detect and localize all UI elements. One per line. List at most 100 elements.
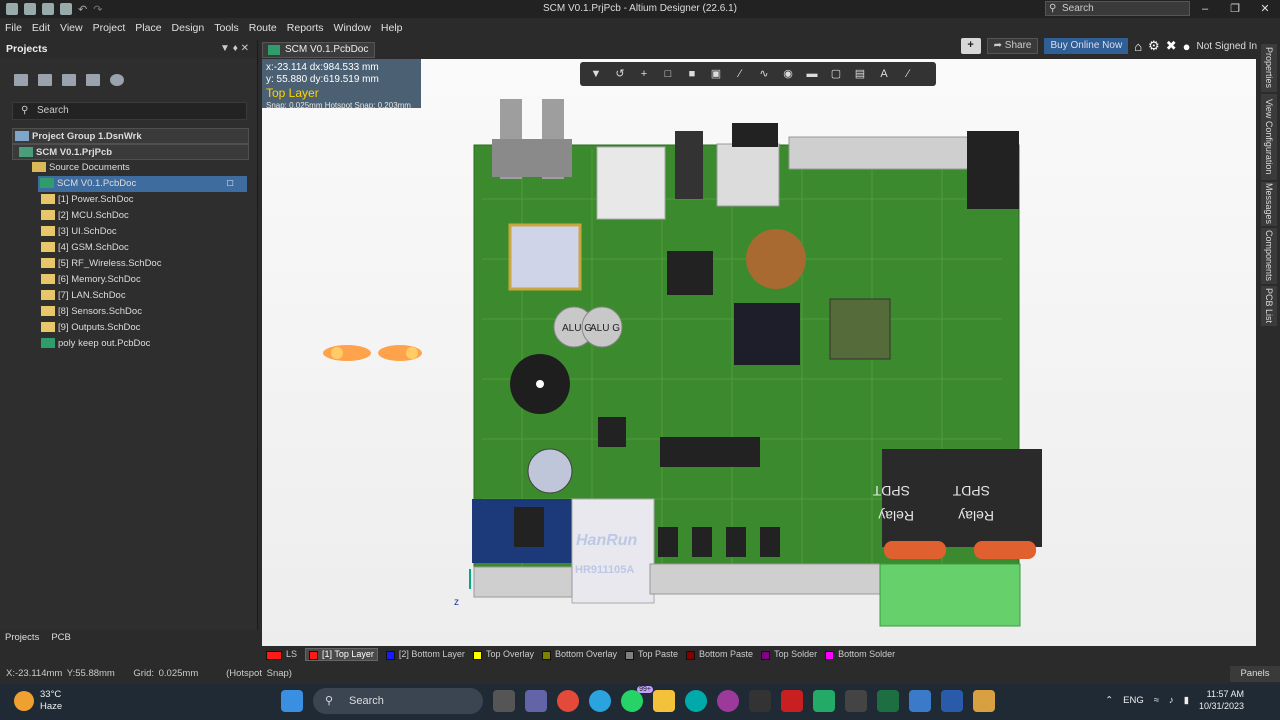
layer-tab[interactable]: Bottom Overlay [541,649,617,660]
security-icon[interactable] [813,690,835,712]
open-project-icon[interactable] [60,3,72,15]
home-icon[interactable]: ⌂ [1134,39,1142,54]
buy-online-button[interactable]: Buy Online Now [1044,38,1129,54]
teams-icon[interactable] [525,690,547,712]
text-icon[interactable]: A [876,67,892,81]
tree-item-doc[interactable]: SCM V0.1.PcbDoc □ [38,176,247,192]
fill-icon[interactable]: ▬ [804,67,820,81]
tab-properties[interactable]: Properties [1261,44,1277,92]
save-icon[interactable] [6,3,18,15]
chrome-icon[interactable] [557,690,579,712]
tab-pcb[interactable]: PCB [46,630,76,646]
filezilla-icon[interactable] [781,690,803,712]
panel-close-icon[interactable]: ✕ [241,43,249,54]
tree-item-doc[interactable]: [9] Outputs.SchDoc [0,320,257,336]
minimize-button[interactable]: – [1190,0,1220,18]
taskbar-search[interactable]: ⚲ Search [313,688,483,714]
align-icon[interactable]: ■ [684,67,700,81]
compile-icon[interactable] [38,74,52,86]
file-explorer-icon[interactable] [653,690,675,712]
tree-item-project[interactable]: SCM V0.1.PrjPcb [12,144,249,160]
windows-start-icon[interactable] [281,690,303,712]
tools-icon[interactable]: ✖ [1166,38,1177,54]
interactive-route-icon[interactable]: ∕ [732,67,748,81]
restore-button[interactable]: ❐ [1220,0,1250,18]
menu-edit[interactable]: Edit [27,18,55,38]
app-icon[interactable] [717,690,739,712]
menu-reports[interactable]: Reports [282,18,329,38]
tree-item-doc[interactable]: [6] Memory.SchDoc [0,272,257,288]
tab-projects[interactable]: Projects [0,630,44,646]
menu-help[interactable]: Help [376,18,408,38]
search-input[interactable]: ⚲ Search [1045,1,1190,16]
filter-icon[interactable]: ▼ [588,67,604,81]
component-icon[interactable]: ▣ [708,67,724,81]
tree-item-doc[interactable]: [7] LAN.SchDoc [0,288,257,304]
language-indicator[interactable]: ENG [1123,695,1144,706]
save-all-icon[interactable] [24,3,36,15]
chevron-up-icon[interactable]: ⌃ [1105,695,1113,706]
notepad-icon[interactable] [909,690,931,712]
app-icon[interactable] [749,690,771,712]
menu-place[interactable]: Place [130,18,166,38]
share-button[interactable]: ➦ Share [986,38,1039,54]
via-icon[interactable]: ◉ [780,67,796,81]
layer-tab[interactable]: [2] Bottom Layer [385,649,465,660]
gear-icon[interactable]: ⚙ [1148,38,1160,54]
store-icon[interactable] [845,690,867,712]
layer-tab[interactable]: Top Overlay [472,649,534,660]
add-button[interactable]: + [960,38,981,54]
redo-icon[interactable]: ↷ [93,3,102,16]
pin-icon[interactable]: ♦ [233,43,238,54]
tree-item-doc[interactable]: [4] GSM.SchDoc [0,240,257,256]
excel-icon[interactable] [877,690,899,712]
panel-menu-icon[interactable]: ▼ [220,43,230,54]
line-icon[interactable]: ∕ [900,67,916,81]
clock[interactable]: 11:57 AM 10/31/2023 [1199,688,1244,712]
panels-button[interactable]: Panels [1230,666,1280,682]
menu-view[interactable]: View [55,18,88,38]
region-icon[interactable]: ▢ [828,67,844,81]
layer-tab[interactable]: [1] Top Layer [305,648,378,661]
tree-item-doc[interactable]: [1] Power.SchDoc [0,192,257,208]
tree-item-doc[interactable]: [8] Sensors.SchDoc [0,304,257,320]
menu-window[interactable]: Window [329,18,376,38]
project-app-icon[interactable] [941,690,963,712]
menu-tools[interactable]: Tools [209,18,244,38]
tree-item-doc[interactable]: [2] MCU.SchDoc [0,208,257,224]
edge-icon[interactable] [685,690,707,712]
volume-icon[interactable]: ♪ [1169,695,1174,706]
tab-view-configuration[interactable]: View Configuration [1261,94,1277,180]
dimension-icon[interactable]: ▤ [852,67,868,81]
tree-item-doc[interactable]: [5] RF_Wireless.SchDoc [0,256,257,272]
gear-icon[interactable] [110,74,124,86]
layer-tab[interactable]: Bottom Solder [825,649,895,660]
open-folder-icon[interactable] [42,3,54,15]
tab-components[interactable]: Components [1261,228,1277,284]
menu-project[interactable]: Project [88,18,131,38]
menu-file[interactable]: File [0,18,27,38]
tab-messages[interactable]: Messages [1261,182,1277,226]
task-view-icon[interactable] [493,690,515,712]
battery-icon[interactable]: ▮ [1184,695,1189,706]
folder-icon[interactable] [62,74,76,86]
whatsapp-icon[interactable]: 99+ [621,686,653,712]
tree-item-folder[interactable]: Source Documents [0,160,257,176]
folder-add-icon[interactable] [86,74,100,86]
telegram-icon[interactable] [589,690,611,712]
diff-pair-icon[interactable]: ∿ [756,67,772,81]
menu-design[interactable]: Design [167,18,210,38]
layer-tab[interactable]: LS [266,649,297,660]
layer-tab[interactable]: Bottom Paste [686,649,753,660]
select-icon[interactable]: □ [660,67,676,81]
document-tab[interactable]: SCM V0.1.PcbDoc [262,42,376,58]
layer-tab[interactable]: Top Solder [761,649,817,660]
sign-in-status[interactable]: Not Signed In [1196,41,1257,52]
user-icon[interactable]: ● [1183,39,1191,54]
menu-route[interactable]: Route [244,18,282,38]
tab-pcb-list[interactable]: PCB List [1261,286,1277,326]
wifi-icon[interactable]: ≈ [1154,695,1159,706]
weather-widget[interactable]: 33°C Haze [14,689,62,713]
tree-item-doc[interactable]: poly keep out.PcbDoc [0,336,257,352]
tree-item-doc[interactable]: [3] UI.SchDoc [0,224,257,240]
